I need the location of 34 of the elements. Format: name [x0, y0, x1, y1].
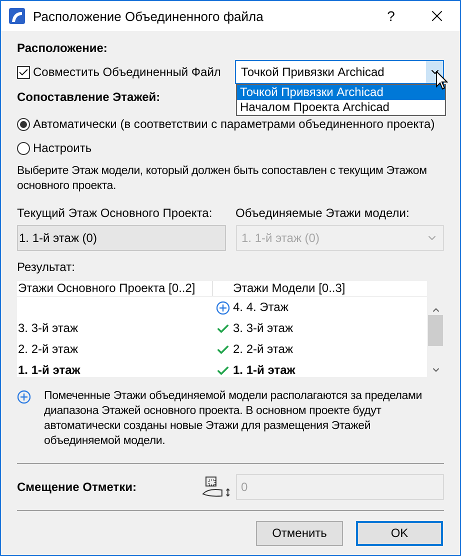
elevation-label: Смещение Отметки:: [17, 480, 138, 494]
description-text: Выберите Этаж модели, который должен быть сопоставлен с текущим Этажом основного проекта.: [17, 164, 428, 194]
dropdown-option[interactable]: Началом Проекта Archicad: [237, 100, 445, 115]
plus-circle-icon: [17, 390, 31, 404]
table-cell: 3. 3-й этаж: [18, 321, 78, 335]
column-header: Этажи Основного Проекта [0..2]: [17, 281, 213, 296]
table-cell: 4. 4. Этаж: [233, 300, 288, 315]
radio-button[interactable]: [17, 118, 30, 131]
table-cell: 3. 3-й этаж: [233, 321, 293, 336]
checkbox[interactable]: [17, 66, 30, 78]
dialog-button[interactable]: Отменить: [256, 521, 343, 546]
table-cell: 2. 2-й этаж: [233, 342, 293, 357]
field-label: Объединяемые Этажи модели:: [236, 206, 410, 221]
radio-button[interactable]: [17, 142, 30, 155]
dropdown-option[interactable]: Точкой Привязки Archicad: [237, 85, 445, 100]
table-cell: 2. 2-й этаж: [18, 342, 78, 356]
column-header: Этажи Модели [0..3]: [233, 281, 346, 296]
app-logo-icon: [9, 8, 25, 24]
elevation-offset-icon: [202, 476, 232, 498]
section-heading: Сопоставление Этажей:: [17, 90, 160, 105]
dialog-button[interactable]: OK: [356, 521, 443, 546]
section-heading: Результат:: [17, 260, 75, 275]
current-story-field: 1. 1-й этаж (0): [17, 225, 226, 251]
section-heading: Расположение:: [17, 41, 108, 56]
help-button[interactable]: ?: [368, 1, 414, 31]
checkbox-label: Совместить Объединенный Файл: [33, 64, 221, 80]
radio-label: Настроить: [33, 141, 92, 156]
window-title: Расположение Объединенного файла: [33, 8, 264, 24]
note-text: Помеченные Этажи объединяемой модели располагаются за пределами диапазона Этажей основного проекта. В основном проекте будут автоматически созданы новые Этажи для размещения Этажей объединяемой модели.: [44, 389, 423, 449]
dropdown[interactable]: Точкой Привязки Archicad: [234, 60, 444, 84]
field-label: Текущий Этаж Основного Проекта:: [17, 206, 214, 221]
table-cell: 1. 1-й этаж: [233, 363, 296, 377]
table-cell: 1. 1-й этаж: [18, 363, 80, 377]
radio-label: Автоматически (в соответствии с параметрами объединенного проекта): [33, 117, 435, 132]
